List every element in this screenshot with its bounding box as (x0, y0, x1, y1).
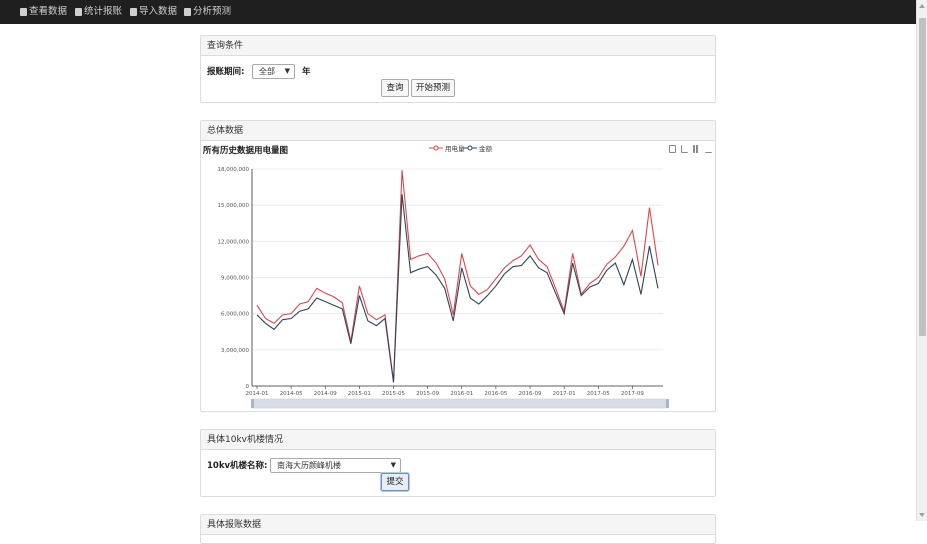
detail-panel: 具体报账数据 (200, 514, 716, 544)
usage-line-chart: 0 3,000,000 6,000,000 9,000,000 12,000,000 15… (218, 167, 669, 409)
document-icon (184, 8, 191, 16)
x-tick-label: 2014-09 (314, 391, 337, 397)
x-tick-label: 2016-05 (484, 391, 507, 397)
query-panel: 查询条件 报账期间: 全部 ▼ 年 查询 开始预测 (200, 35, 716, 103)
period-select-value: 全部 (259, 67, 275, 76)
y-tick-label: 12,000,000 (218, 239, 250, 245)
y-tick-label: 9,000,000 (221, 276, 249, 282)
nav-import-data[interactable]: 导入数据 (130, 0, 177, 24)
x-tick-label: 2017-01 (553, 391, 576, 397)
building-name-value: 南海大历颜峰机楼 (277, 461, 341, 470)
nav-view-data-label: 查看数据 (29, 6, 68, 17)
nav-analysis-label: 分析预测 (193, 6, 232, 17)
period-select[interactable]: 全部 ▼ (252, 64, 295, 79)
y-tick-label: 6,000,000 (221, 312, 249, 318)
query-button[interactable]: 查询 (381, 79, 409, 97)
building-panel: 具体10kv机楼情况 10kv机楼名称: 南海大历颜峰机楼 ▼ 提交 (200, 429, 716, 497)
scroll-thumb[interactable] (919, 18, 926, 336)
building-name-label: 10kv机楼名称: (207, 461, 268, 471)
datazoom-handle-left (251, 399, 254, 408)
detail-panel-title: 具体报账数据 (201, 515, 715, 535)
document-icon (130, 8, 137, 16)
vertical-scrollbar[interactable] (916, 0, 927, 521)
x-tick-label: 2014-05 (280, 391, 303, 397)
overview-panel: 总体数据 所有历史数据用电量图 用电量 金额 0 3,000,000 6,000,0… (200, 120, 716, 412)
datazoom-slider (251, 398, 668, 409)
start-predict-button[interactable]: 开始预测 (411, 79, 455, 97)
y-tick-label: 0 (246, 384, 250, 390)
query-panel-title: 查询条件 (201, 36, 715, 56)
nav-analysis[interactable]: 分析预测 (184, 0, 231, 24)
year-suffix: 年 (302, 67, 311, 77)
submit-button[interactable]: 提交 (381, 473, 409, 491)
y-tick-label: 3,000,000 (221, 348, 249, 354)
scroll-down-icon[interactable] (919, 513, 925, 517)
x-tick-label: 2016-01 (450, 391, 473, 397)
scroll-up-icon[interactable] (919, 4, 925, 8)
nav-statistics-label: 统计报账 (84, 6, 123, 17)
x-tick-label: 2015-09 (416, 391, 439, 397)
nav-import-data-label: 导入数据 (139, 6, 178, 17)
building-name-select[interactable]: 南海大历颜峰机楼 ▼ (270, 458, 401, 473)
period-label: 报账期间: (207, 67, 245, 77)
top-navbar: 查看数据 统计报账 导入数据 分析预测 (0, 0, 916, 24)
building-panel-title: 具体10kv机楼情况 (201, 430, 715, 450)
x-tick-label: 2017-09 (621, 391, 644, 397)
nav-view-data[interactable]: 查看数据 (20, 0, 67, 24)
document-icon (75, 8, 82, 16)
nav-statistics[interactable]: 统计报账 (75, 0, 122, 24)
x-tick-label: 2017-05 (587, 391, 610, 397)
x-tick-label: 2015-05 (382, 391, 405, 397)
y-tick-label: 15,000,000 (218, 203, 250, 209)
chevron-down-icon: ▼ (284, 67, 290, 75)
x-tick-label: 2014-01 (246, 391, 269, 397)
datazoom-handle-right (666, 399, 669, 408)
x-tick-label: 2016-09 (519, 391, 542, 397)
lock-icon (20, 8, 27, 16)
x-tick-label: 2015-01 (348, 391, 371, 397)
y-tick-label: 18,000,000 (218, 167, 250, 173)
chevron-down-icon: ▼ (390, 461, 396, 469)
